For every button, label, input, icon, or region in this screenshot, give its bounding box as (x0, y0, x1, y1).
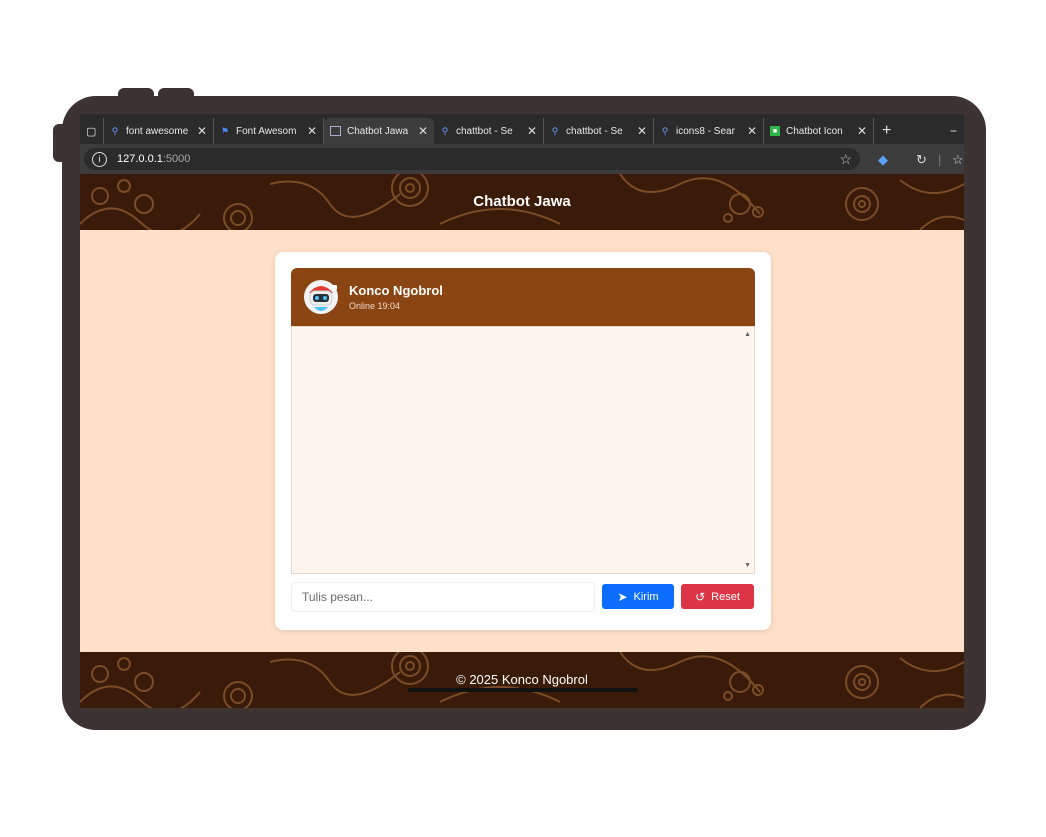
close-icon[interactable]: ✕ (418, 124, 428, 138)
favorites-icon[interactable]: ☆ (952, 152, 964, 168)
reset-button[interactable]: ↺ Reset (681, 584, 754, 609)
close-icon[interactable]: ✕ (307, 124, 317, 138)
tab-4[interactable]: ⚲ chattbot - Se ✕ (544, 118, 654, 144)
message-scrollbar[interactable]: ▲ ▼ (742, 327, 754, 573)
close-icon[interactable]: ✕ (747, 124, 757, 138)
search-icon: ⚲ (661, 125, 669, 136)
bot-status: Online 19:04 (349, 301, 401, 311)
browser-tabstrip: ▢ ⚲ font awesome ✕ ⚑ Font Awesom ✕ Chatb… (80, 114, 964, 144)
site-title: Chatbot Jawa (473, 193, 571, 210)
page-icon (330, 126, 341, 136)
tab-2-active[interactable]: Chatbot Jawa ✕ (324, 118, 434, 144)
search-icon: ⚲ (441, 125, 449, 136)
send-label: Kirim (633, 590, 659, 603)
site-footer: © 2025 Konco Ngobrol (80, 652, 964, 708)
new-tab-button[interactable]: + (876, 118, 904, 144)
undo-icon: ↺ (695, 589, 706, 604)
tab-actions-button[interactable]: ▢ (80, 118, 104, 144)
home-indicator-bar (408, 688, 638, 692)
toolbar-divider: | (938, 152, 942, 167)
scroll-up-icon[interactable]: ▲ (744, 331, 751, 338)
scroll-down-icon[interactable]: ▼ (744, 562, 751, 569)
message-area[interactable]: ▲ ▼ (291, 326, 755, 574)
search-icon: ⚲ (551, 125, 559, 136)
tab-3[interactable]: ⚲ chattbot - Se ✕ (434, 118, 544, 144)
send-button[interactable]: ➤ Kirim (602, 584, 674, 609)
reset-label: Reset (711, 590, 740, 603)
info-icon[interactable]: i (92, 151, 107, 167)
search-icon: ⚲ (111, 125, 119, 136)
tab-1[interactable]: ⚑ Font Awesom ✕ (214, 118, 324, 144)
message-input[interactable] (291, 582, 595, 612)
robot-avatar-icon (304, 280, 338, 314)
close-icon[interactable]: ✕ (857, 124, 867, 138)
green-square-icon: ■ (770, 126, 780, 136)
url-field[interactable]: i 127.0.0.1:5000 ☆ (84, 148, 860, 170)
paper-plane-icon: ➤ (617, 589, 628, 604)
screen: ▢ ⚲ font awesome ✕ ⚑ Font Awesom ✕ Chatb… (80, 114, 964, 708)
tab-6[interactable]: ■ Chatbot Icon ✕ (764, 118, 874, 144)
bot-name: Konco Ngobrol (349, 283, 443, 298)
chat-header: Konco Ngobrol Online 19:04 (291, 268, 755, 326)
close-icon[interactable]: ✕ (197, 124, 207, 138)
site-header: Chatbot Jawa (80, 174, 964, 230)
extension-icon[interactable]: ◆ (878, 152, 888, 168)
close-icon[interactable]: ✕ (527, 124, 537, 138)
chat-card: Konco Ngobrol Online 19:04 ▲ ▼ ➤ Kirim ↺… (275, 252, 771, 630)
refresh-icon[interactable]: ↻ (916, 152, 927, 168)
star-icon[interactable]: ☆ (839, 151, 852, 168)
footer-copyright: © 2025 Konco Ngobrol (456, 672, 588, 687)
minimize-button[interactable]: − (944, 118, 964, 144)
close-icon[interactable]: ✕ (637, 124, 647, 138)
tab-5[interactable]: ⚲ icons8 - Sear ✕ (654, 118, 764, 144)
flag-icon: ⚑ (220, 125, 230, 136)
address-bar: i 127.0.0.1:5000 ☆ ◆ ↻ | ☆ (80, 144, 964, 174)
tab-0[interactable]: ⚲ font awesome ✕ (104, 118, 214, 144)
